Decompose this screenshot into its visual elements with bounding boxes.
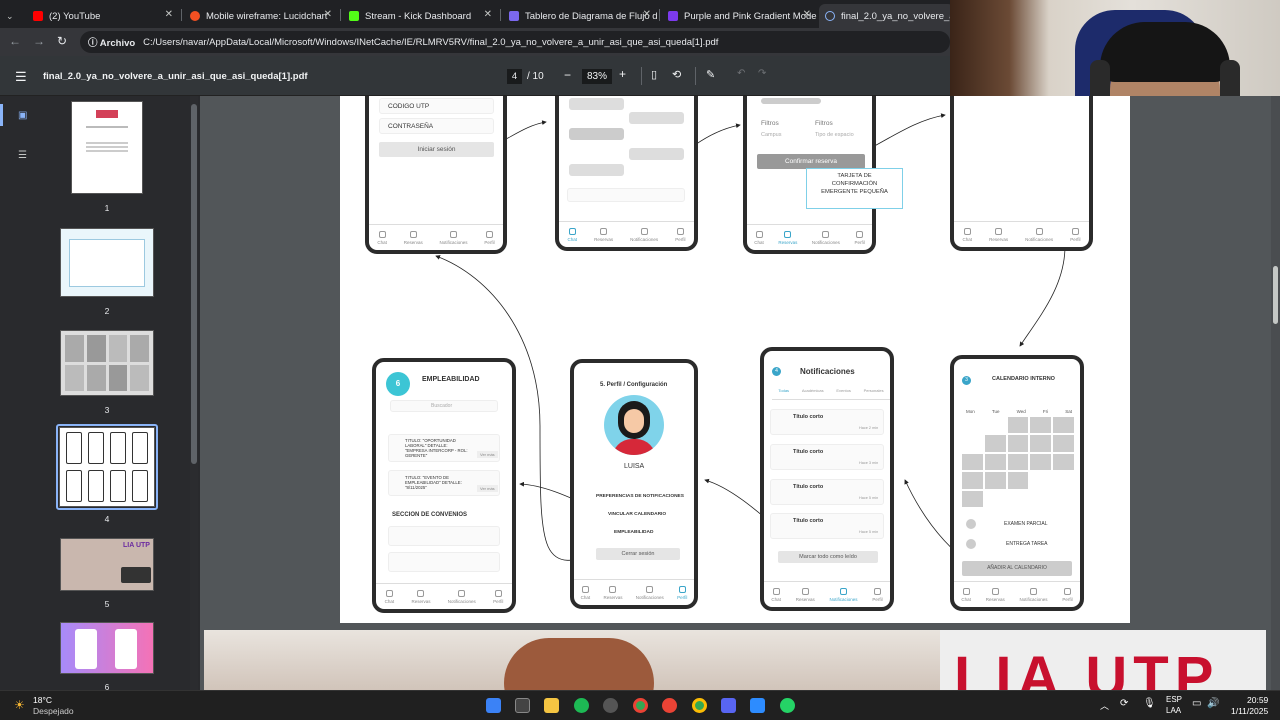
file-explorer-icon[interactable]: [544, 698, 559, 713]
back-icon[interactable]: ←: [9, 34, 21, 48]
phone-top-right: Chat Reservas Notificaciones Perfil: [950, 96, 1093, 251]
pdf-filename: final_2.0_ya_no_volvere_a_unir_asi_que_a…: [43, 71, 308, 82]
viewer-scrollbar[interactable]: [1271, 96, 1280, 690]
close-icon[interactable]: ✕: [165, 9, 173, 20]
close-icon[interactable]: ✕: [484, 9, 492, 20]
close-icon[interactable]: ✕: [803, 9, 811, 20]
pdf-page-4: CODIGO UTP CONTRASEÑA Iniciar sesión Cha…: [340, 96, 1130, 623]
obs-icon[interactable]: [603, 698, 618, 713]
canva-icon: [668, 11, 678, 21]
undo-icon[interactable]: ↶: [737, 68, 745, 79]
thumbnail-page-5[interactable]: LIA UTP: [60, 538, 154, 591]
tab-lucidchart[interactable]: Mobile wireframe: Lucidchart ✕: [184, 4, 338, 28]
page-number-input[interactable]: 4: [507, 69, 522, 84]
phone-calendario: 3 CALENDARIO INTERNO Mon Tue Wed Fri Sat EXA…: [950, 355, 1084, 611]
page-total: / 10: [527, 71, 544, 82]
zoom-out-icon[interactable]: −: [564, 68, 571, 82]
phone-perfil: 5. Perfil / Configuración LUISA PREFEREN…: [570, 359, 698, 609]
reload-icon[interactable]: ↻: [57, 34, 67, 48]
phone-chat: Chat Reservas Notificaciones Perfil: [555, 96, 698, 251]
thumbnails-icon[interactable]: ▣: [18, 110, 27, 121]
youtube-icon: [33, 11, 43, 21]
zoom-input[interactable]: 83%: [582, 69, 612, 84]
taskbar: ☀ 18°C Despejado ︿ ⟳ 🎙 ESP LAA ▭ 🔊 20:59…: [0, 690, 1280, 720]
mark-all-read-button[interactable]: Marcar todo como leído: [778, 551, 878, 563]
close-icon[interactable]: ✕: [324, 9, 332, 20]
avatar: [604, 395, 664, 455]
confirmation-popup-note: TARJETA DE CONFIRMACIÓN EMERGENTE PEQUEÑ…: [806, 168, 903, 209]
logout-button[interactable]: Cerrar sesión: [596, 548, 680, 560]
site-info-chip[interactable]: ⓘ Archivo: [88, 35, 135, 49]
task-view-icon[interactable]: [515, 698, 530, 713]
chrome-active-icon[interactable]: [692, 698, 707, 713]
board-icon: [509, 11, 519, 21]
rotate-icon[interactable]: ⟲: [672, 68, 681, 81]
banner-logo: LIA UTP: [954, 645, 1220, 690]
login-button[interactable]: Iniciar sesión: [379, 142, 494, 157]
pdf-page-5: LIA UTP: [204, 630, 1266, 690]
menu-icon[interactable]: ☰: [15, 69, 27, 85]
microphone-icon[interactable]: 🎙: [1143, 698, 1156, 709]
kick-icon: [349, 11, 359, 21]
url-input[interactable]: ⓘ Archivo C:/Users/navar/AppData/Local/M…: [80, 31, 950, 53]
start-icon[interactable]: [486, 698, 501, 713]
outline-icon[interactable]: ☰: [18, 150, 27, 161]
add-to-calendar-button[interactable]: AÑADIR AL CALENDARIO: [962, 561, 1072, 576]
chrome-icon[interactable]: [633, 698, 648, 713]
close-icon[interactable]: ✕: [643, 9, 651, 20]
globe-icon: [825, 11, 835, 21]
thumbnail-page-4[interactable]: [59, 427, 155, 507]
display-icon[interactable]: ▭: [1192, 698, 1201, 709]
phone-empleabilidad: 6 EMPLEABILIDAD Buscador TITULO: "OPORTU…: [372, 358, 516, 613]
draw-icon[interactable]: ✎: [706, 68, 715, 81]
chrome-profile-icon[interactable]: [662, 698, 677, 713]
tab-flowchart[interactable]: Tablero de Diagrama de Flujo d ✕: [503, 4, 657, 28]
tab-kick[interactable]: Stream - Kick Dashboard ✕: [343, 4, 498, 28]
forward-icon[interactable]: →: [33, 34, 45, 48]
tab-youtube[interactable]: (2) YouTube ✕: [27, 4, 179, 28]
lucidchart-icon: [190, 11, 200, 21]
tab-pdf[interactable]: final_2.0_ya_no_volvere_a_unir: [819, 4, 954, 28]
pdf-viewer: CODIGO UTP CONTRASEÑA Iniciar sesión Cha…: [200, 96, 1280, 690]
zoom-icon[interactable]: [750, 698, 765, 713]
zoom-in-icon[interactable]: +: [619, 67, 626, 81]
spotify-icon[interactable]: [574, 698, 589, 713]
phone-notificaciones: 4 Notificaciones Todas Académicas Eventos P…: [760, 347, 894, 611]
thumbnail-page-6[interactable]: [60, 622, 154, 674]
thumbnail-page-2[interactable]: [60, 228, 154, 297]
volume-icon[interactable]: 🔊: [1207, 698, 1219, 709]
tab-canva[interactable]: Purple and Pink Gradient Mode ✕: [662, 4, 817, 28]
confirm-reservation-button[interactable]: Confirmar reserva: [757, 154, 865, 169]
fit-page-icon[interactable]: ▯: [651, 68, 657, 81]
phone-login: CODIGO UTP CONTRASEÑA Iniciar sesión Cha…: [365, 96, 507, 254]
chevron-up-icon[interactable]: ︿: [1100, 699, 1109, 712]
sync-icon[interactable]: ⟳: [1120, 698, 1128, 709]
discord-icon[interactable]: [721, 698, 736, 713]
thumbnail-page-1[interactable]: [71, 101, 143, 194]
thumbnail-sidebar: ▣ ☰ 1 2 3 4 LIA UTP 5 6: [0, 96, 200, 692]
tab-search-button[interactable]: ⌄: [0, 4, 24, 28]
whatsapp-icon[interactable]: [780, 698, 795, 713]
sidebar-scrollbar[interactable]: [190, 96, 198, 690]
weather-icon: ☀: [14, 698, 25, 712]
calendar-grid[interactable]: [962, 417, 1074, 507]
redo-icon[interactable]: ↷: [758, 68, 766, 79]
thumbnail-page-3[interactable]: [60, 330, 154, 396]
